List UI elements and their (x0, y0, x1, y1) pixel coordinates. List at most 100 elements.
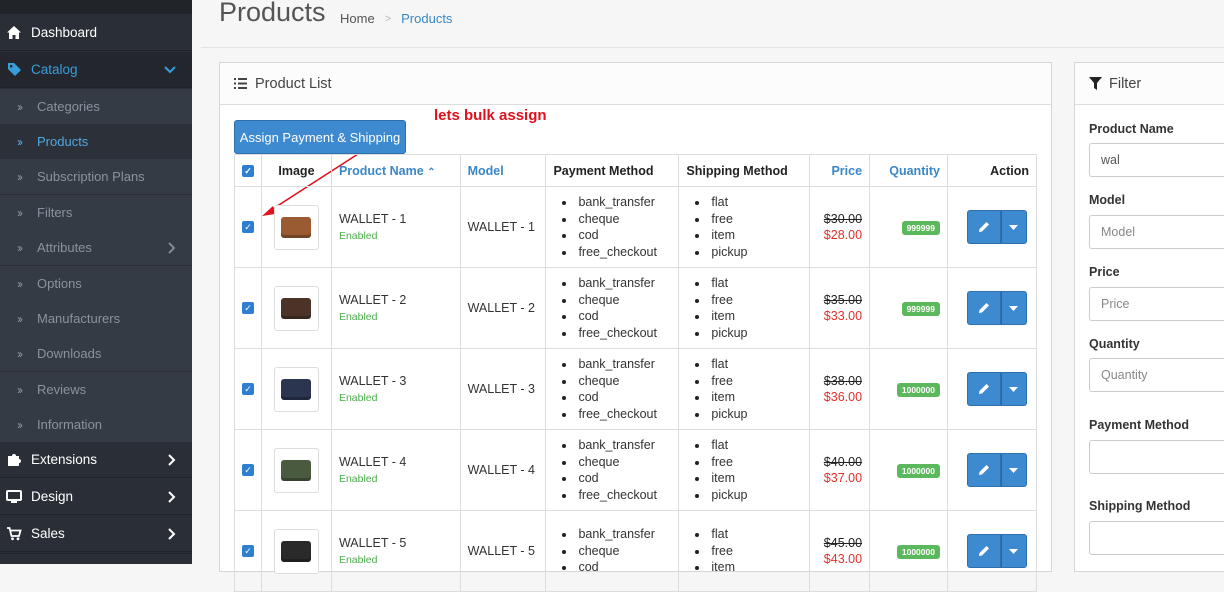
product-name: WALLET - 1 (338, 212, 407, 226)
payment-method-filter-input[interactable] (1089, 440, 1224, 474)
product-list-panel: Product List Assign Payment & Shipping l… (219, 62, 1052, 592)
sidebar-subitem-downloads[interactable]: ›› Downloads (0, 336, 192, 371)
shipping-method-item: free (695, 543, 802, 560)
row-checkbox[interactable]: ✓ (242, 302, 254, 314)
payment-method-list: bank_transfer cheque cod free_checkout (553, 275, 671, 341)
edit-button[interactable] (966, 534, 1001, 568)
model-cell: WALLET - 1 (459, 186, 547, 268)
select-all-checkbox[interactable]: ✓ (242, 164, 254, 177)
quantity-badge: 999999 (901, 301, 940, 316)
action-dropdown-button[interactable] (1000, 291, 1027, 325)
sidebar-subitem-reviews[interactable]: ›› Reviews (0, 372, 192, 407)
payment-method-list: bank_transfer cheque cod free_checkout (553, 437, 671, 503)
double-chevron-icon: ›› (17, 134, 23, 149)
shipping-method-filter-input[interactable] (1089, 521, 1224, 555)
payment-method-item: cod (562, 389, 671, 406)
sidebar-subitem-categories[interactable]: ›› Categories (0, 89, 192, 124)
filter-label-model: Model (1089, 193, 1126, 207)
sidebar-subitem-filters[interactable]: ›› Filters (0, 195, 192, 230)
sidebar-subitem-manufacturers[interactable]: ›› Manufacturers (0, 301, 192, 336)
sidebar-subitem-label: Attributes (37, 240, 92, 255)
row-checkbox-cell: ✓ (234, 429, 262, 511)
image-cell (261, 429, 332, 511)
product-name-filter-input[interactable]: wal (1089, 143, 1224, 177)
quantity-cell: 1000000 (869, 429, 948, 511)
sidebar-subitem-label: Categories (37, 99, 100, 114)
sidebar-subitem-label: Filters (37, 205, 73, 220)
shipping-method-list: flat free item pickup (686, 275, 802, 341)
wallet-image (281, 540, 312, 562)
row-checkbox[interactable]: ✓ (242, 464, 254, 476)
breadcrumb-separator-icon: > (384, 12, 392, 25)
product-name: WALLET - 4 (338, 455, 407, 469)
pencil-icon (978, 222, 989, 232)
double-chevron-icon: ›› (17, 205, 23, 220)
shipping-method-item: free (695, 211, 802, 228)
quantity-filter-input[interactable]: Quantity (1089, 358, 1224, 392)
sidebar-item-catalog[interactable]: Catalog (0, 52, 192, 88)
chevron-right-icon (168, 442, 176, 477)
row-checkbox[interactable]: ✓ (242, 221, 254, 233)
row-checkbox[interactable]: ✓ (242, 383, 254, 395)
quantity-cell: 999999 (869, 267, 948, 349)
column-header-quantity[interactable]: Quantity (869, 154, 948, 187)
panel-heading: Product List (220, 63, 1051, 105)
edit-button[interactable] (966, 210, 1001, 244)
shipping-method-item: flat (695, 437, 802, 454)
assign-payment-shipping-button[interactable]: Assign Payment & Shipping (234, 120, 406, 154)
product-thumbnail (273, 285, 319, 331)
price-filter-input[interactable]: Price (1089, 287, 1224, 321)
edit-button[interactable] (966, 372, 1001, 406)
payment-method-item: cod (562, 227, 671, 244)
edit-button[interactable] (966, 291, 1001, 325)
shipping-method-item: free (695, 454, 802, 471)
payment-method-item: cheque (562, 543, 671, 560)
sidebar-item-extensions[interactable]: Extensions (0, 442, 192, 478)
sidebar-subitem-attributes[interactable]: ›› Attributes (0, 230, 192, 265)
column-header-model[interactable]: Model (459, 154, 547, 187)
row-checkbox[interactable]: ✓ (242, 545, 254, 557)
payment-method-item: bank_transfer (562, 356, 671, 373)
row-checkbox-cell: ✓ (234, 186, 262, 268)
desktop-icon (6, 489, 22, 505)
payment-method-item: cheque (562, 373, 671, 390)
sidebar-subitem-subscription-plans[interactable]: ›› Subscription Plans (0, 159, 192, 194)
payment-method-item: free_checkout (562, 487, 671, 504)
payment-method-list: bank_transfer cheque cod (553, 526, 671, 576)
double-chevron-icon: ›› (17, 169, 23, 184)
action-dropdown-button[interactable] (1000, 453, 1027, 487)
chevron-down-icon (164, 52, 176, 87)
sidebar-subitem-products[interactable]: ›› Products (0, 124, 192, 159)
sidebar-subitem-label: Downloads (37, 346, 102, 361)
edit-button[interactable] (966, 453, 1001, 487)
sidebar-item-design[interactable]: Design (0, 479, 192, 515)
payment-method-item: bank_transfer (562, 437, 671, 454)
breadcrumb-home-link[interactable]: Home (340, 11, 375, 26)
column-header-price[interactable]: Price (809, 154, 871, 187)
image-cell (261, 186, 332, 268)
action-dropdown-button[interactable] (1000, 372, 1027, 406)
model-filter-input[interactable]: Model (1089, 215, 1224, 249)
sidebar-subitem-information[interactable]: ›› Information (0, 407, 192, 442)
payment-method-item: free_checkout (562, 325, 671, 342)
sidebar-subitem-label: Products (37, 134, 89, 149)
row-checkbox-cell: ✓ (234, 510, 262, 592)
quantity-cell: 1000000 (869, 348, 948, 430)
home-icon (6, 25, 22, 41)
action-dropdown-button[interactable] (1000, 534, 1027, 568)
shipping-method-item: item (695, 389, 802, 406)
annotation-text: lets bulk assign (434, 107, 547, 124)
sidebar-subitem-options[interactable]: ›› Options (0, 266, 192, 301)
double-chevron-icon: ›› (17, 276, 23, 291)
double-chevron-icon: ›› (17, 240, 23, 255)
shipping-method-item: flat (695, 526, 802, 543)
chevron-right-icon (168, 479, 176, 514)
column-header-product-name[interactable]: Product Name ⌃ (330, 154, 461, 187)
special-price: $37.00 (823, 471, 863, 485)
action-dropdown-button[interactable] (1000, 210, 1027, 244)
breadcrumb-products-link[interactable]: Products (401, 11, 452, 26)
sidebar-item-more (0, 553, 192, 564)
panel-title: Product List (255, 75, 332, 92)
sidebar-item-dashboard[interactable]: Dashboard (0, 15, 192, 51)
sidebar-item-sales[interactable]: Sales (0, 516, 192, 552)
